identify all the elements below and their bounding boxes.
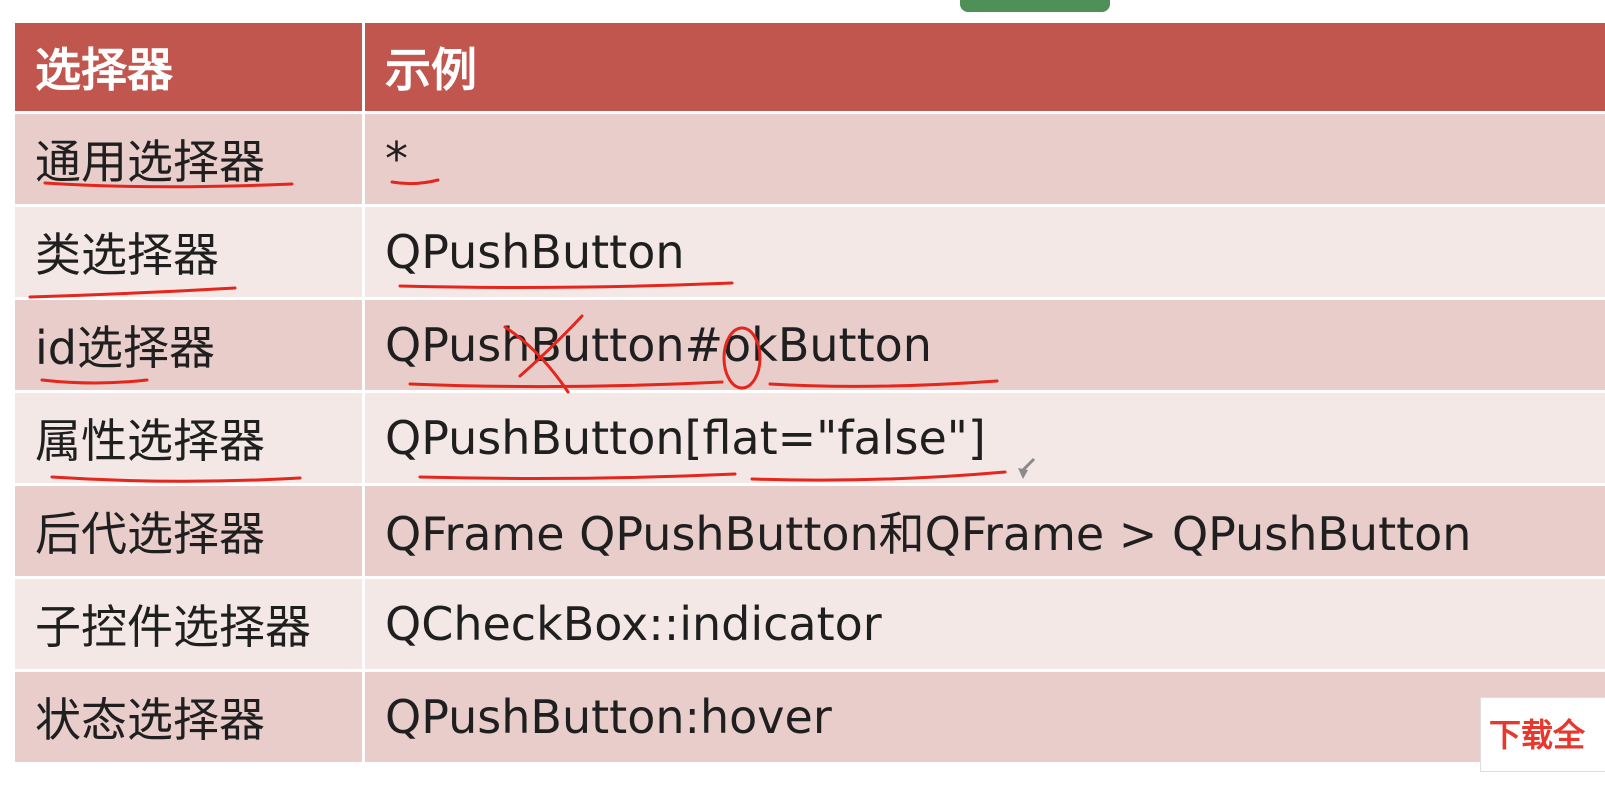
selector-cell: 状态选择器 xyxy=(12,669,365,765)
table-row: 类选择器 QPushButton xyxy=(12,204,1605,300)
example-cell: QPushButton#okButton xyxy=(362,297,1605,393)
selector-table: 选择器 示例 通用选择器 * 类选择器 QPushButton id选择器 QP… xyxy=(12,20,1605,765)
table-row: id选择器 QPushButton#okButton xyxy=(12,297,1605,393)
example-cell: QCheckBox::indicator xyxy=(362,576,1605,672)
example-cell: QFrame QPushButton和QFrame > QPushButton xyxy=(362,483,1605,579)
table-row: 子控件选择器 QCheckBox::indicator xyxy=(12,576,1605,672)
example-cell: QPushButton:hover xyxy=(362,669,1605,765)
selector-cell: 通用选择器 xyxy=(12,111,365,207)
selector-cell: 类选择器 xyxy=(12,204,365,300)
cropped-title-fragment xyxy=(960,0,1110,12)
selector-cell: id选择器 xyxy=(12,297,365,393)
table-row: 状态选择器 QPushButton:hover xyxy=(12,669,1605,765)
selector-cell: 后代选择器 xyxy=(12,483,365,579)
slide-top-strip xyxy=(0,0,1605,20)
header-selector: 选择器 xyxy=(12,20,365,114)
selector-cell: 属性选择器 xyxy=(12,390,365,486)
table-row: 后代选择器 QFrame QPushButton和QFrame > QPushB… xyxy=(12,483,1605,579)
table-row: 属性选择器 QPushButton[flat="false"] xyxy=(12,390,1605,486)
header-example: 示例 xyxy=(362,20,1605,114)
table-row: 通用选择器 * xyxy=(12,111,1605,207)
example-cell: QPushButton xyxy=(362,204,1605,300)
example-cell: QPushButton[flat="false"] xyxy=(362,390,1605,486)
download-badge[interactable]: 下载全 xyxy=(1480,697,1605,772)
example-cell: * xyxy=(362,111,1605,207)
table-header-row: 选择器 示例 xyxy=(12,20,1605,114)
selector-cell: 子控件选择器 xyxy=(12,576,365,672)
